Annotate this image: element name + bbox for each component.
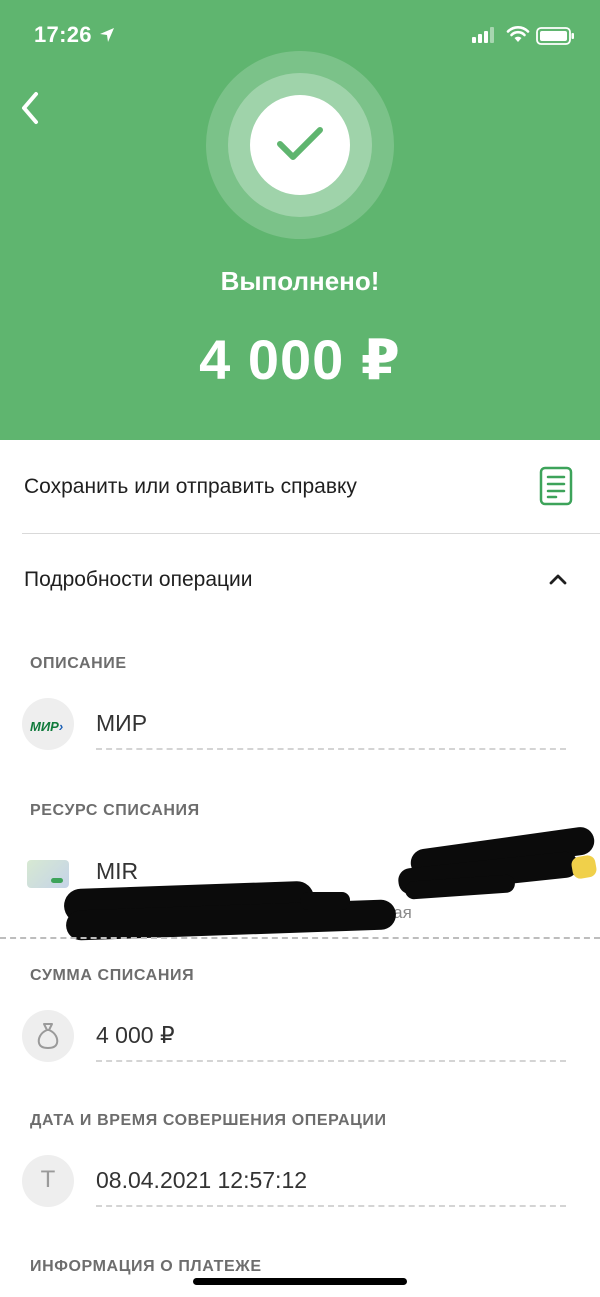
- description-section-label: ОПИСАНИЕ: [30, 655, 127, 672]
- divider: [22, 533, 600, 534]
- wifi-icon: [506, 26, 530, 42]
- letter-t-icon: Т: [40, 1166, 56, 1193]
- save-receipt-row[interactable]: Сохранить или отправить справку: [0, 440, 600, 534]
- datetime-section-label: ДАТА И ВРЕМЯ СОВЕРШЕНИЯ ОПЕРАЦИИ: [30, 1112, 387, 1129]
- resource-section-label: РЕСУРС СПИСАНИЯ: [30, 802, 200, 819]
- save-receipt-label: Сохранить или отправить справку: [24, 475, 357, 498]
- success-header: 17:26 Выполнено! 4 000 ₽: [0, 0, 600, 440]
- status-title: Выполнено!: [220, 266, 380, 296]
- description-value: МИР: [96, 710, 148, 736]
- mir-logo-text: МИР: [30, 719, 59, 734]
- sum-section-label: СУММА СПИСАНИЯ: [30, 967, 195, 984]
- home-indicator[interactable]: [193, 1278, 407, 1285]
- card-chip: [51, 878, 63, 883]
- redaction-scribble: [300, 892, 350, 910]
- payment-info-section-label: ИНФОРМАЦИЯ О ПЛАТЕЖЕ: [30, 1258, 262, 1275]
- cellular-signal-icon: [472, 27, 494, 43]
- redaction-highlight: [570, 854, 598, 880]
- datetime-value: 08.04.2021 12:57:12: [96, 1167, 308, 1193]
- money-bag-icon: [37, 1023, 59, 1050]
- operation-details-toggle[interactable]: Подробности операции: [24, 568, 253, 592]
- checkmark-icon: [277, 127, 323, 160]
- battery-icon: [536, 27, 574, 45]
- status-time: 17:26: [34, 22, 92, 47]
- chevron-up-icon[interactable]: [549, 573, 567, 585]
- location-arrow-icon: [100, 28, 114, 42]
- back-chevron-icon[interactable]: [18, 90, 48, 126]
- dashed-underline: [96, 1205, 566, 1207]
- resource-value: MIR: [96, 858, 139, 884]
- sum-value: 4 000 ₽: [96, 1022, 175, 1048]
- dashed-underline: [96, 748, 566, 750]
- payment-amount: 4 000 ₽: [199, 328, 401, 391]
- bank-card-icon: [27, 860, 69, 888]
- section-separator-dashed: [0, 937, 600, 939]
- receipt-document-icon[interactable]: [539, 466, 573, 506]
- mir-logo-icon: МИР›: [30, 719, 64, 734]
- dashed-underline: [96, 1060, 566, 1062]
